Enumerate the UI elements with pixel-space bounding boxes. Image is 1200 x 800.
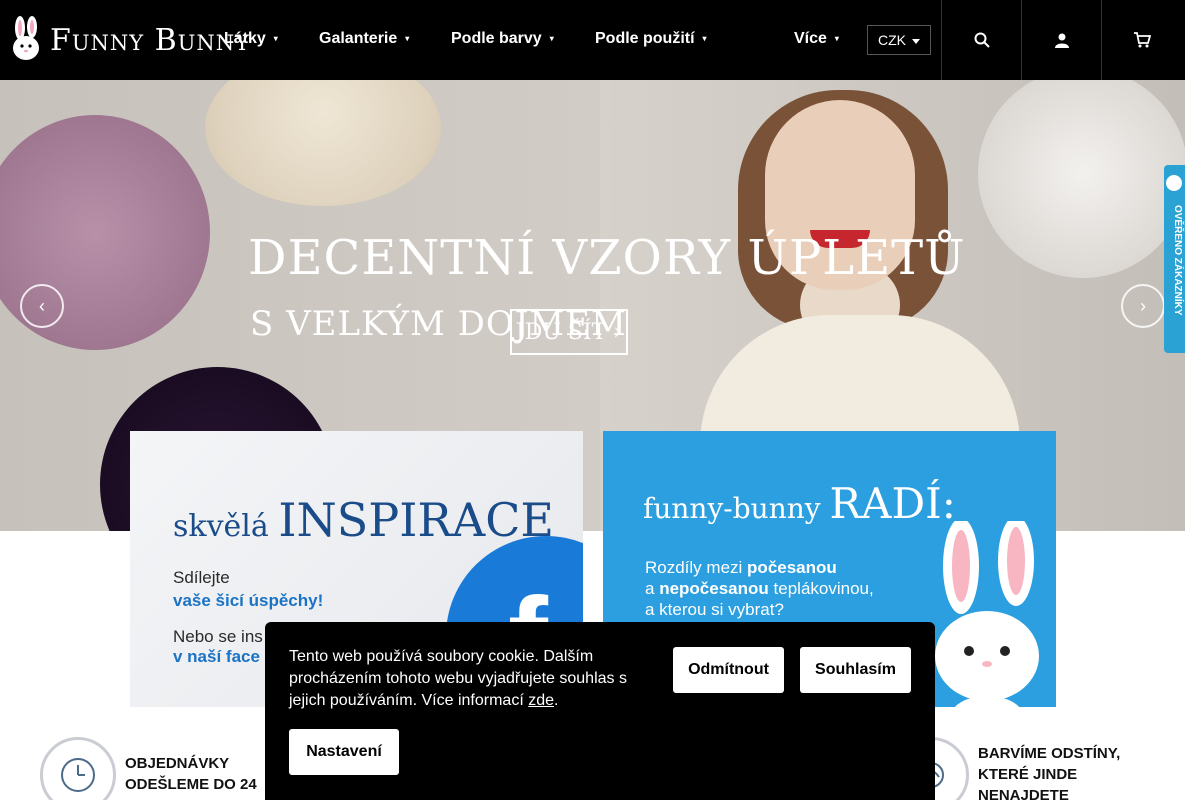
chevron-left-icon: ‹: [39, 295, 45, 316]
promo-text-part: teplákovinou,: [773, 579, 874, 598]
nav-podle-pouziti[interactable]: Podle použití ▾: [595, 30, 707, 48]
feature-label: OBJEDNÁVKY ODEŠLEME DO 24: [125, 755, 257, 793]
caret-down-icon: ▾: [405, 34, 410, 44]
dropdown-arrow-icon: [912, 39, 920, 44]
caret-down-icon: ▾: [549, 34, 554, 44]
nav-vice[interactable]: Více ▾: [794, 30, 839, 48]
cookie-more-info-link[interactable]: zde: [528, 692, 554, 709]
fabric-swatch-apples: [978, 80, 1185, 278]
slider-next-button[interactable]: ›: [1121, 284, 1165, 328]
logo-text: Funny Bunny: [50, 22, 251, 58]
cart-icon: [1133, 32, 1151, 48]
bunny-mascot-icon: [935, 521, 1039, 707]
cookie-decline-button[interactable]: Odmítnout: [673, 647, 784, 693]
promo-text-bold: nepočesanou: [659, 579, 769, 598]
search-icon: [974, 32, 990, 48]
hero-cta-button[interactable]: JDU ŠÍT ›: [510, 309, 628, 355]
bunny-logo-icon: [13, 16, 39, 60]
cookie-consent-bar: Tento web používá soubory cookie. Dalším…: [265, 622, 935, 800]
cookie-accept-button[interactable]: Souhlasím: [800, 647, 911, 693]
nav-label: Podle použití: [595, 30, 695, 47]
cart-button[interactable]: [1101, 0, 1181, 80]
cookie-message-text: Tento web používá soubory cookie. Dalším…: [289, 648, 627, 709]
cookie-message: Tento web používá soubory cookie. Dalším…: [289, 646, 639, 712]
cookie-period: .: [554, 692, 559, 709]
promo-title-small: funny-bunny: [643, 492, 821, 525]
verified-badge-label: OVĚŘENO ZÁKAZNÍKY: [1172, 205, 1183, 316]
nav-label: Podle barvy: [451, 30, 542, 47]
clock-24-icon: [40, 737, 116, 800]
nav-label: Více: [794, 30, 827, 47]
promo-title: skvělá INSPIRACE: [173, 493, 554, 547]
promo-text: Rozdíly mezi počesanou a nepočesanou tep…: [645, 557, 935, 620]
site-logo[interactable]: Funny Bunny: [8, 16, 250, 64]
nav-podle-barvy[interactable]: Podle barvy ▾: [451, 30, 554, 48]
caret-down-icon: ▾: [702, 34, 707, 44]
nav-label: Galanterie: [319, 30, 398, 47]
user-icon: [1054, 33, 1069, 48]
nav-galanterie[interactable]: Galanterie ▾: [319, 30, 409, 48]
nav-latky[interactable]: Látky ▾: [224, 30, 278, 48]
verified-customers-badge[interactable]: OVĚŘENO ZÁKAZNÍKY: [1164, 165, 1185, 353]
promo-text-part: a kterou si vybrat?: [645, 600, 784, 619]
currency-value: CZK: [878, 32, 906, 48]
chevron-right-icon: ›: [1140, 295, 1146, 316]
hero-title: DECENTNÍ VZORY ÚPLETŮ: [248, 230, 966, 286]
slider-prev-button[interactable]: ‹: [20, 284, 64, 328]
caret-down-icon: ▾: [834, 34, 839, 44]
promo-title-small: skvělá: [173, 509, 269, 544]
currency-select[interactable]: CZK: [867, 25, 931, 55]
search-button[interactable]: [941, 0, 1021, 80]
account-button[interactable]: [1021, 0, 1101, 80]
nav-label: Látky: [224, 30, 266, 47]
promo-title-big: INSPIRACE: [278, 493, 554, 547]
site-header: Funny Bunny Látky ▾ Galanterie ▾ Podle bar…: [0, 0, 1185, 80]
cookie-settings-button[interactable]: Nastavení: [289, 729, 399, 775]
caret-down-icon: ▾: [273, 34, 278, 44]
verified-seal-icon: [1166, 175, 1182, 191]
promo-text: Nebo se ins: [173, 627, 263, 646]
promo-text: v naší face: [173, 647, 260, 666]
promo-text-part: a: [645, 579, 655, 598]
promo-text-bold: počesanou: [747, 558, 837, 577]
promo-title: funny-bunny RADÍ:: [643, 479, 956, 528]
feature-label: BARVÍME ODSTÍNY, KTERÉ JINDE NENAJDETE: [978, 745, 1121, 800]
promo-text: Sdílejte: [173, 568, 230, 587]
promo-text: vaše šicí úspěchy!: [173, 591, 324, 610]
promo-text-part: Rozdíly mezi: [645, 558, 743, 577]
